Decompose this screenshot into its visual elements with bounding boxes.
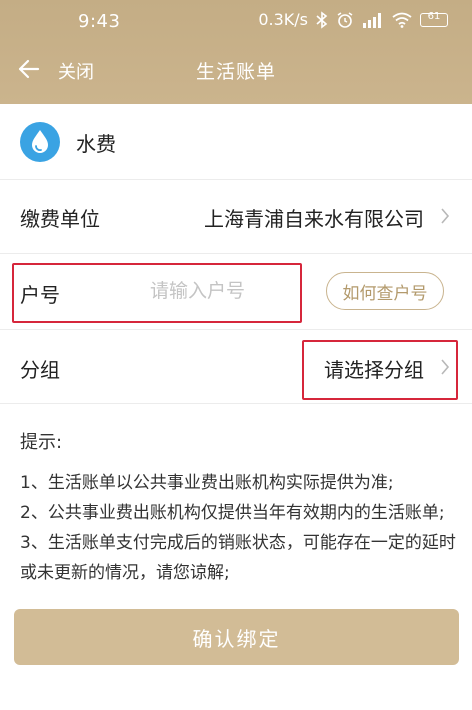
payment-unit-label: 缴费单位 — [20, 207, 100, 231]
status-icons: 0.3K/s 61 — [258, 10, 448, 29]
tip-item: 3、生活账单支付完成后的销账状态，可能存在一定的延时 — [20, 533, 456, 553]
tip-item: 2、公共事业费出账机构仅提供当年有效期内的生活账单; — [20, 503, 445, 523]
battery-level: 61 — [427, 10, 441, 22]
bill-type-row: 水费 — [0, 104, 472, 180]
bill-name: 水费 — [76, 132, 116, 156]
alarm-icon — [336, 11, 354, 29]
confirm-bind-button[interactable]: 确认绑定 — [14, 609, 459, 665]
status-bar: 9:43 0.3K/s 61 — [0, 0, 472, 44]
account-label: 户号 — [20, 283, 60, 307]
nav-bar: 关闭 生活账单 — [0, 44, 472, 100]
payment-unit-row[interactable]: 缴费单位 上海青浦自来水有限公司 — [0, 180, 472, 254]
bluetooth-icon — [316, 10, 328, 29]
group-row[interactable]: 分组 请选择分组 — [0, 330, 472, 404]
network-speed: 0.3K/s — [258, 10, 308, 29]
signal-icon — [362, 12, 384, 28]
app-header: 9:43 0.3K/s 61 关闭 生活账单 — [0, 0, 472, 104]
group-label: 分组 — [20, 358, 60, 382]
wifi-icon — [392, 12, 412, 28]
group-select[interactable]: 请选择分组 — [324, 354, 424, 383]
account-input[interactable] — [150, 274, 280, 308]
page-title: 生活账单 — [195, 61, 276, 83]
tip-item-continued: 或未更新的情况，请您谅解; — [20, 563, 230, 583]
status-time: 9:43 — [78, 11, 121, 32]
payment-unit-value[interactable]: 上海青浦自来水有限公司 — [204, 203, 424, 232]
chevron-right-icon — [440, 207, 450, 229]
water-drop-icon — [20, 122, 60, 162]
battery-icon: 61 — [420, 10, 448, 27]
tip-item: 1、生活账单以公共事业费出账机构实际提供为准; — [20, 473, 394, 493]
tips-section: 提示: 1、生活账单以公共事业费出账机构实际提供为准; 2、公共事业费出账机构仅… — [20, 428, 472, 588]
chevron-right-icon — [440, 358, 450, 380]
tips-title: 提示: — [20, 432, 63, 453]
how-to-find-account-button[interactable]: 如何查户号 — [326, 272, 444, 310]
account-row: 户号 如何查户号 — [0, 254, 472, 330]
